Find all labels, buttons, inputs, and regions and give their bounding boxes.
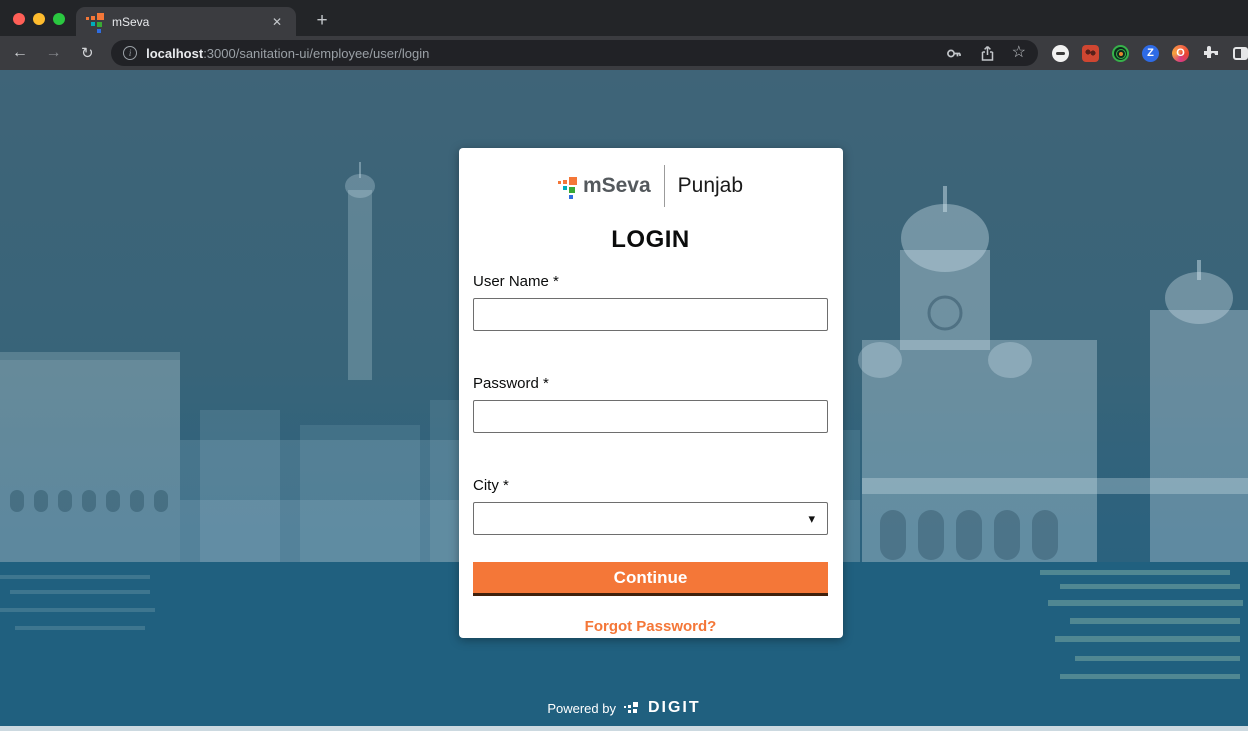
- ext-circle-icon[interactable]: [1052, 45, 1069, 62]
- browser-toolbar: ← → ↻ i localhost:3000/sanitation-ui/emp…: [0, 36, 1248, 70]
- city-label: City *: [473, 477, 828, 494]
- continue-button[interactable]: Continue: [473, 562, 828, 596]
- bookmark-star-icon[interactable]: ☆: [1012, 45, 1026, 61]
- minimize-window-button[interactable]: [33, 13, 45, 25]
- site-info-icon[interactable]: i: [123, 46, 137, 60]
- browser-tab[interactable]: mSeva ✕: [76, 7, 296, 36]
- url-text[interactable]: localhost:3000/sanitation-ui/employee/us…: [146, 46, 429, 61]
- address-bar[interactable]: i localhost:3000/sanitation-ui/employee/…: [111, 40, 1038, 66]
- password-field-group: Password *: [473, 375, 828, 433]
- new-tab-button[interactable]: +: [308, 7, 336, 35]
- maximize-window-button[interactable]: [53, 13, 65, 25]
- window-controls: [13, 13, 65, 25]
- powered-by-label: Powered by: [547, 701, 616, 716]
- mseva-favicon-icon: [86, 13, 104, 31]
- brand-header: mSeva Punjab: [473, 164, 828, 208]
- browser-window: mSeva ✕ + ← → ↻ i localhost:3000/sanitat…: [0, 0, 1248, 736]
- ext-target-icon[interactable]: [1112, 45, 1129, 62]
- forgot-password-link[interactable]: Forgot Password?: [473, 618, 828, 635]
- footer: Powered by DIGIT: [0, 699, 1248, 717]
- digit-brand-text: DIGIT: [648, 699, 701, 717]
- puzzle-icon[interactable]: [1202, 44, 1220, 62]
- tab-close-icon[interactable]: ✕: [268, 13, 286, 31]
- ext-z-icon[interactable]: Z: [1142, 45, 1159, 62]
- ext-o-icon[interactable]: O: [1172, 45, 1189, 62]
- password-input[interactable]: [473, 400, 828, 433]
- key-icon[interactable]: [946, 45, 963, 62]
- forward-icon[interactable]: →: [42, 45, 66, 61]
- username-label: User Name *: [473, 273, 828, 290]
- close-window-button[interactable]: [13, 13, 25, 25]
- city-field-group: City * ▾: [473, 477, 828, 535]
- brand-name: mSeva: [583, 174, 651, 198]
- url-path: :3000/sanitation-ui/employee/user/login: [203, 46, 429, 61]
- password-label: Password *: [473, 375, 828, 392]
- url-host: localhost: [146, 46, 203, 61]
- tab-title: mSeva: [112, 15, 268, 29]
- brand-region: Punjab: [678, 174, 743, 198]
- title-bar: mSeva ✕ +: [0, 0, 1248, 36]
- brand-divider: [664, 165, 665, 207]
- username-input[interactable]: [473, 298, 828, 331]
- mseva-logo-icon: [558, 176, 578, 196]
- login-card: mSeva Punjab LOGIN User Name * Password …: [459, 148, 843, 638]
- ext-red-icon[interactable]: [1082, 45, 1099, 62]
- extensions-row: Z O: [1052, 44, 1248, 62]
- digit-logo-icon: [624, 701, 638, 716]
- bottom-strip: [0, 726, 1248, 731]
- share-icon[interactable]: [980, 45, 995, 62]
- refresh-icon[interactable]: ↻: [75, 46, 99, 61]
- username-field-group: User Name *: [473, 273, 828, 331]
- page-title: LOGIN: [473, 226, 828, 254]
- back-icon[interactable]: ←: [8, 45, 32, 61]
- side-panel-icon[interactable]: [1233, 47, 1248, 60]
- city-select[interactable]: [473, 502, 828, 535]
